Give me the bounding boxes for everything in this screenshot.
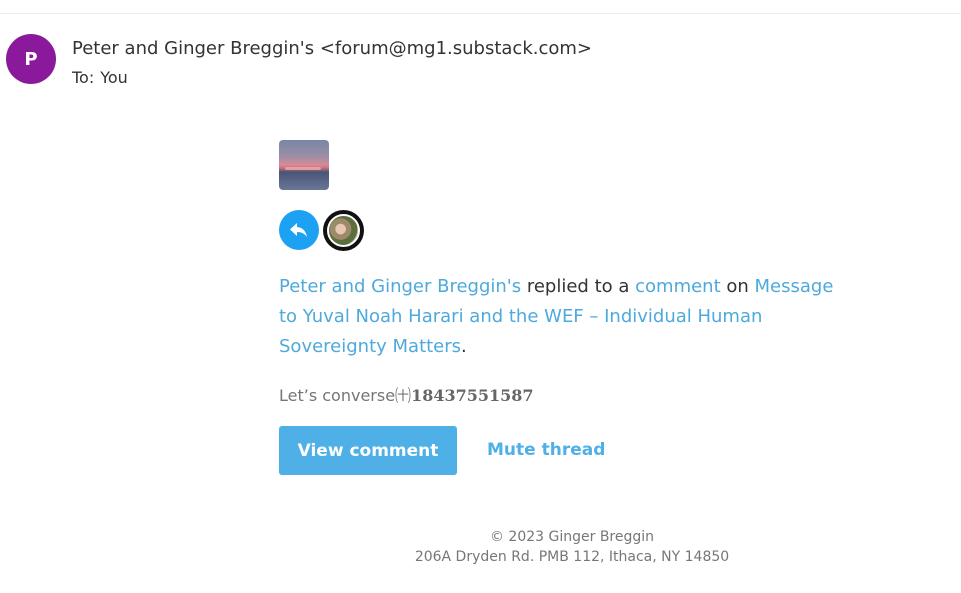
message-text-2: on	[720, 276, 755, 297]
footer-address: 206A Dryden Rd. PMB 112, Ithaca, NY 1485…	[414, 549, 730, 565]
comment-excerpt-text: Let’s converse㈩	[279, 386, 412, 405]
reply-badge	[279, 210, 319, 250]
comment-phone-number: 18437551587	[411, 386, 534, 405]
message-text-1: replied to a	[521, 276, 636, 297]
comment-link[interactable]: comment	[635, 276, 721, 297]
email-view: P Peter and Ginger Breggin's <forum@mg1.…	[0, 0, 961, 593]
commenter-avatar[interactable]	[323, 210, 364, 251]
recipient-line: To: You	[72, 68, 128, 87]
publication-logo[interactable]	[279, 140, 329, 190]
comment-excerpt: Let’s converse㈩18437551587	[279, 382, 534, 406]
email-footer: © 2023 Ginger Breggin 206A Dryden Rd. PM…	[380, 527, 764, 567]
actor-link[interactable]: Peter and Ginger Breggin's	[279, 276, 521, 297]
to-value: You	[100, 68, 128, 87]
commenter-photo	[327, 214, 360, 247]
notification-message: Peter and Ginger Breggin's replied to a …	[279, 272, 839, 362]
divider	[0, 13, 961, 14]
footer-copyright: © 2023 Ginger Breggin	[489, 529, 655, 545]
mute-thread-link[interactable]: Mute thread	[487, 440, 605, 460]
logo-sunset-glow	[285, 167, 321, 170]
message-end: .	[461, 336, 467, 357]
sender-name: Peter and Ginger Breggin's <forum@mg1.su…	[72, 38, 592, 59]
to-label: To:	[72, 68, 95, 87]
sender-avatar-letter: P	[24, 48, 38, 70]
view-comment-button[interactable]: View comment	[279, 426, 457, 475]
reply-arrow-icon	[290, 223, 307, 237]
sender-avatar: P	[6, 34, 56, 84]
